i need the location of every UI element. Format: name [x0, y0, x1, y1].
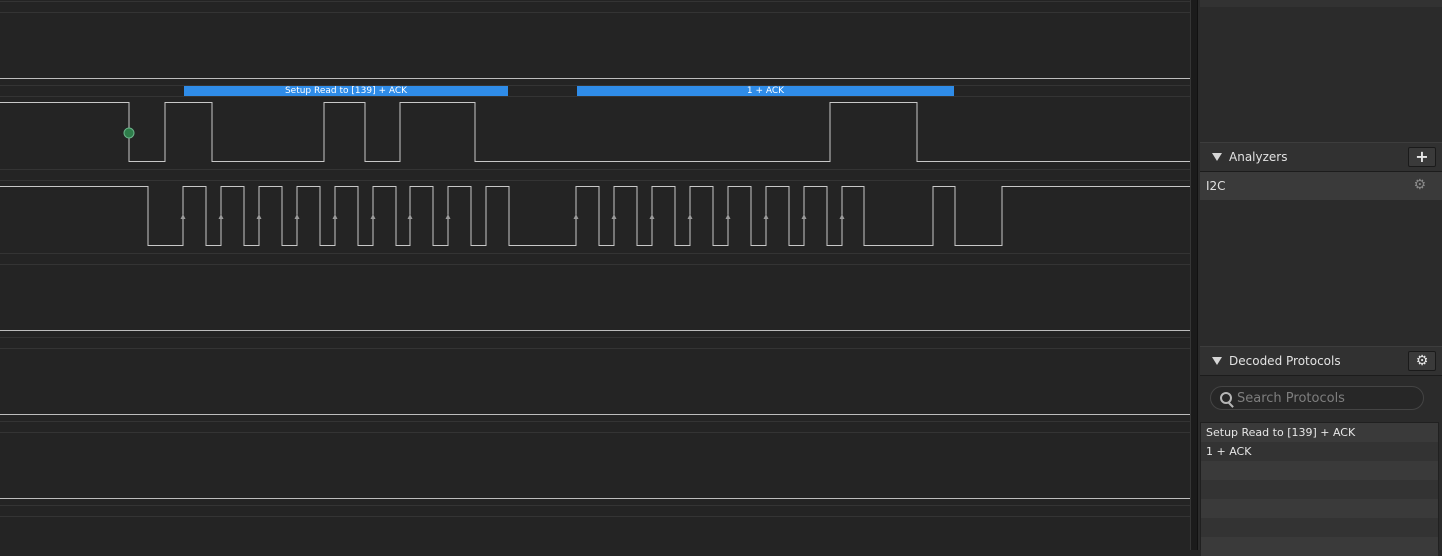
clock-edge-marker [370, 214, 376, 219]
decoded-settings-gear-icon[interactable]: ⚙ [1408, 351, 1436, 371]
clock-edge-marker [801, 214, 807, 219]
gear-icon[interactable]: ⚙ [1413, 177, 1426, 193]
empty-list-row [1201, 518, 1438, 537]
search-protocols-input[interactable] [1237, 389, 1417, 407]
clock-edge-marker [573, 214, 579, 219]
sda-trace [0, 102, 1190, 162]
analyzer-row-i2c[interactable]: I2C ⚙ [1200, 172, 1442, 200]
scl-trace [0, 186, 1190, 246]
list-item[interactable]: 1 + ACK [1201, 442, 1438, 461]
clock-edge-marker [294, 214, 300, 219]
clock-edge-markers [180, 214, 845, 219]
decoded-protocols-header[interactable]: Decoded Protocols ⚙ [1200, 346, 1442, 376]
search-protocols-field[interactable] [1210, 386, 1424, 410]
clock-edge-marker [445, 214, 451, 219]
decoded-protocols-title: Decoded Protocols [1229, 354, 1341, 368]
clock-edge-marker [725, 214, 731, 219]
empty-list-row [1201, 499, 1438, 518]
analyzers-title: Analyzers [1229, 150, 1288, 164]
clock-edge-marker [256, 214, 262, 219]
clock-edge-marker [332, 214, 338, 219]
empty-list-row [1201, 537, 1438, 556]
clock-edge-marker [763, 214, 769, 219]
search-icon [1220, 392, 1232, 404]
clock-edge-marker [649, 214, 655, 219]
waveform-area[interactable]: Setup Read to [139] + ACK 1 + ACK [0, 0, 1190, 550]
clock-edge-marker [407, 214, 413, 219]
empty-list-row [1201, 461, 1438, 480]
empty-list-row [1201, 480, 1438, 499]
analyzers-header[interactable]: Analyzers + [1200, 142, 1442, 172]
top-panel-stub [1200, 0, 1442, 7]
clock-edge-marker [611, 214, 617, 219]
analyzer-name: I2C [1206, 179, 1226, 193]
frame-bubble-data[interactable]: 1 + ACK [577, 86, 954, 96]
panel-splitter[interactable] [1190, 0, 1198, 550]
add-analyzer-button[interactable]: + [1408, 147, 1436, 167]
clock-edge-marker [180, 214, 186, 219]
waveform-canvas[interactable] [0, 0, 1190, 550]
clock-edge-marker [687, 214, 693, 219]
start-marker [123, 127, 135, 139]
list-item[interactable]: Setup Read to [139] + ACK [1201, 423, 1438, 442]
clock-edge-marker [218, 214, 224, 219]
collapse-triangle-icon[interactable] [1212, 357, 1222, 365]
decoded-protocols-list[interactable]: Setup Read to [139] + ACK 1 + ACK [1200, 422, 1439, 556]
frame-bubble-setup-read[interactable]: Setup Read to [139] + ACK [184, 86, 508, 96]
collapse-triangle-icon[interactable] [1212, 153, 1222, 161]
clock-edge-marker [839, 214, 845, 219]
